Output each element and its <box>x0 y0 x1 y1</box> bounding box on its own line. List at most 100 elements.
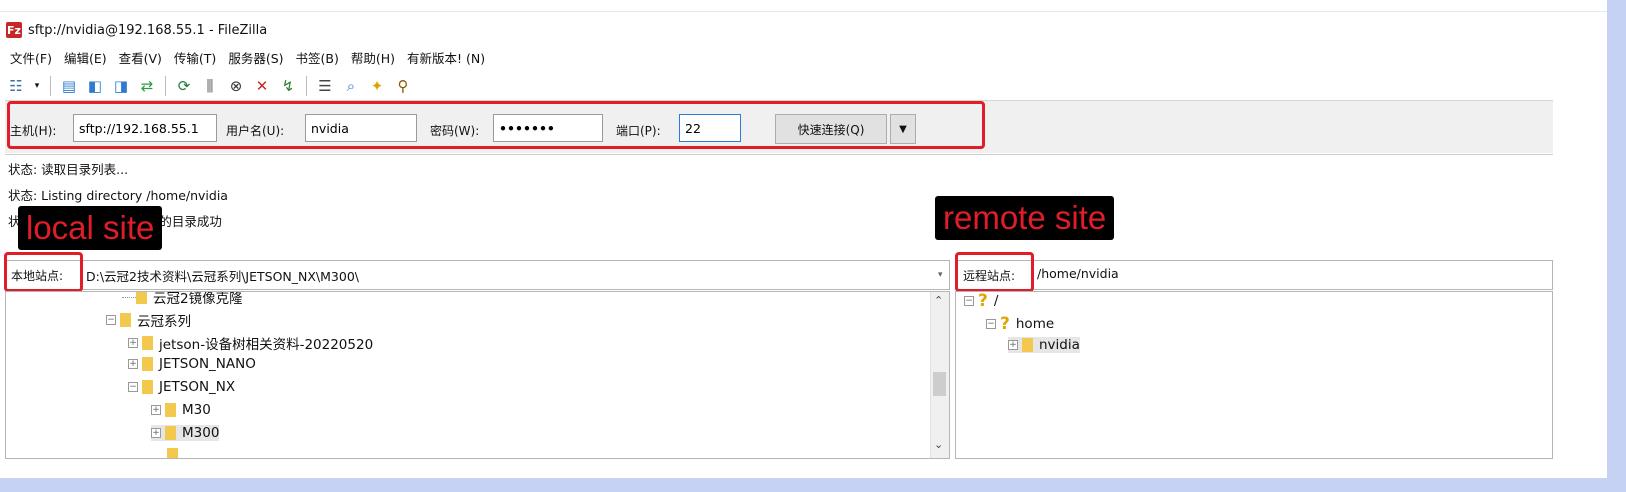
tree-item[interactable]: − JETSON_NX <box>128 379 235 395</box>
remote-directory-tree[interactable]: − ? / − ? home + nvidia <box>955 291 1553 459</box>
toggle-log-icon[interactable]: ▤ <box>59 76 79 96</box>
tree-item-label: 云冠系列 <box>137 314 191 330</box>
password-input[interactable] <box>493 114 603 142</box>
folder-icon <box>142 336 153 350</box>
tree-item-label: nvidia <box>1039 337 1080 353</box>
disconnect-icon[interactable]: ✕ <box>252 76 272 96</box>
process-queue-icon[interactable]: ⫼ <box>200 76 220 96</box>
local-path-dropdown-icon[interactable]: ▾ <box>938 270 943 280</box>
unknown-folder-icon: ? <box>978 291 988 311</box>
collapse-icon[interactable]: − <box>106 315 116 325</box>
menu-server[interactable]: 服务器(S) <box>228 48 283 67</box>
port-label: 端口(P): <box>616 124 661 138</box>
quickconnect-button[interactable]: 快速连接(Q) <box>775 114 887 144</box>
log-line: 状态: Listing directory /home/nvidia <box>8 188 228 203</box>
local-path-input[interactable]: D:\云冠2技术资料\云冠系列\JETSON_NX\M300\ <box>86 266 359 285</box>
tree-item[interactable]: + jetson-设备树相关资料-20220520 <box>128 333 373 353</box>
host-label: 主机(H): <box>10 124 57 138</box>
find-icon[interactable]: ⚲ <box>393 76 413 96</box>
folder-icon <box>142 357 153 371</box>
reconnect-icon[interactable]: ↯ <box>278 76 298 96</box>
collapse-icon[interactable]: − <box>964 296 974 306</box>
password-label: 密码(W): <box>430 124 480 138</box>
cancel-icon[interactable]: ⊗ <box>226 76 246 96</box>
quickconnect-bar: 主机(H): 用户名(U): 密码(W): 端口(P): 快速连接(Q) ▼ <box>5 100 1553 153</box>
remote-site-annotation: remote site <box>935 196 1115 240</box>
menu-transfer[interactable]: 传输(T) <box>174 48 216 67</box>
tree-item-label: home <box>1015 316 1055 332</box>
collapse-icon[interactable]: − <box>986 319 996 329</box>
tree-item-label: / <box>993 293 999 309</box>
menu-bar: 文件(F) 编辑(E) 查看(V) 传输(T) 服务器(S) 书签(B) 帮助(… <box>10 46 485 68</box>
toolbar-separator <box>165 76 166 96</box>
compare-icon[interactable]: ✦ <box>367 76 387 96</box>
log-line: 状态: 读取目录列表... <box>8 162 129 177</box>
tree-item-partial <box>167 448 184 458</box>
local-site-annotation: local site <box>18 206 163 250</box>
tree-item-selected[interactable]: + M300 <box>151 425 220 441</box>
tree-item-label: M30 <box>182 402 211 418</box>
menu-new-version[interactable]: 有新版本! (N) <box>407 48 485 67</box>
folder-icon <box>142 380 153 394</box>
expand-icon[interactable]: + <box>128 359 138 369</box>
expand-icon[interactable]: + <box>151 428 161 438</box>
scroll-up-icon[interactable]: ⌃ <box>934 294 943 307</box>
user-input[interactable] <box>305 114 417 142</box>
menu-bookmarks[interactable]: 书签(B) <box>296 48 339 67</box>
collapse-icon[interactable]: − <box>128 382 138 392</box>
site-manager-icon[interactable]: ☷ <box>6 76 26 96</box>
tree-item[interactable]: + M30 <box>151 402 211 418</box>
port-input[interactable] <box>679 114 741 142</box>
dropdown-icon[interactable]: ▾ <box>32 76 42 96</box>
window-title: sftp://nvidia@192.168.55.1 - FileZilla <box>28 22 268 38</box>
menu-view[interactable]: 查看(V) <box>119 48 162 67</box>
toggle-remote-tree-icon[interactable]: ◨ <box>111 76 131 96</box>
tree-item-label: M300 <box>182 425 220 441</box>
folder-icon <box>1022 338 1033 352</box>
expand-icon[interactable]: + <box>128 338 138 348</box>
menu-edit[interactable]: 编辑(E) <box>64 48 107 67</box>
host-input[interactable] <box>73 114 217 142</box>
local-site-label: 本地站点: <box>11 269 64 283</box>
toggle-local-tree-icon[interactable]: ◧ <box>85 76 105 96</box>
toolbar-separator <box>306 76 307 96</box>
tree-connector <box>122 296 136 298</box>
menu-file[interactable]: 文件(F) <box>10 48 52 67</box>
expand-icon[interactable]: + <box>151 405 161 415</box>
tree-item-label: 云冠2镜像克隆 <box>153 291 243 307</box>
scroll-down-icon[interactable]: ⌄ <box>934 438 943 451</box>
tree-item[interactable]: + JETSON_NANO <box>128 356 256 372</box>
window-frame-right <box>1607 0 1626 492</box>
folder-icon <box>165 426 176 440</box>
tree-item-selected[interactable]: + nvidia <box>1008 337 1080 353</box>
refresh-icon[interactable]: ⟳ <box>174 76 194 96</box>
tree-item-label: JETSON_NX <box>159 379 236 395</box>
window-frame-bottom <box>0 478 1626 492</box>
tree-item[interactable]: − ? home <box>986 314 1054 334</box>
quickconnect-dropdown-icon[interactable]: ▼ <box>890 114 916 144</box>
folder-icon <box>167 448 178 458</box>
title-bar: Fz sftp://nvidia@192.168.55.1 - FileZill… <box>6 18 267 42</box>
expand-icon[interactable]: + <box>1008 340 1018 350</box>
user-label: 用户名(U): <box>226 124 285 138</box>
toolbar-separator <box>50 76 51 96</box>
menu-help[interactable]: 帮助(H) <box>351 48 395 67</box>
toolbar: ☷ ▾ ▤ ◧ ◨ ⇄ ⟳ ⫼ ⊗ ✕ ↯ ☰ ⌕ ✦ ⚲ <box>6 72 413 100</box>
remote-site-label: 远程站点: <box>963 269 1016 283</box>
scrollbar-thumb[interactable] <box>933 372 946 396</box>
tree-item[interactable]: 云冠2镜像克隆 <box>122 291 243 307</box>
toggle-queue-icon[interactable]: ⇄ <box>137 76 157 96</box>
local-tree-scrollbar[interactable]: ⌃ ⌄ <box>930 292 949 458</box>
message-log: 状态: 读取目录列表... 状态: Listing directory /hom… <box>5 154 1553 251</box>
tree-item[interactable]: − ? / <box>964 291 999 311</box>
tree-item-label: jetson-设备树相关资料-20220520 <box>159 337 374 353</box>
remote-path-input[interactable]: /home/nvidia <box>1037 266 1119 281</box>
local-directory-tree[interactable]: 云冠2镜像克隆 − 云冠系列 + jetson-设备树相关资料-20220520… <box>5 291 950 459</box>
top-divider <box>0 11 1607 12</box>
tree-item[interactable]: − 云冠系列 <box>106 310 191 330</box>
unknown-folder-icon: ? <box>1000 314 1010 334</box>
folder-icon <box>120 313 131 327</box>
filter-icon[interactable]: ☰ <box>315 76 335 96</box>
folder-icon <box>136 292 147 304</box>
search-icon[interactable]: ⌕ <box>341 76 361 96</box>
